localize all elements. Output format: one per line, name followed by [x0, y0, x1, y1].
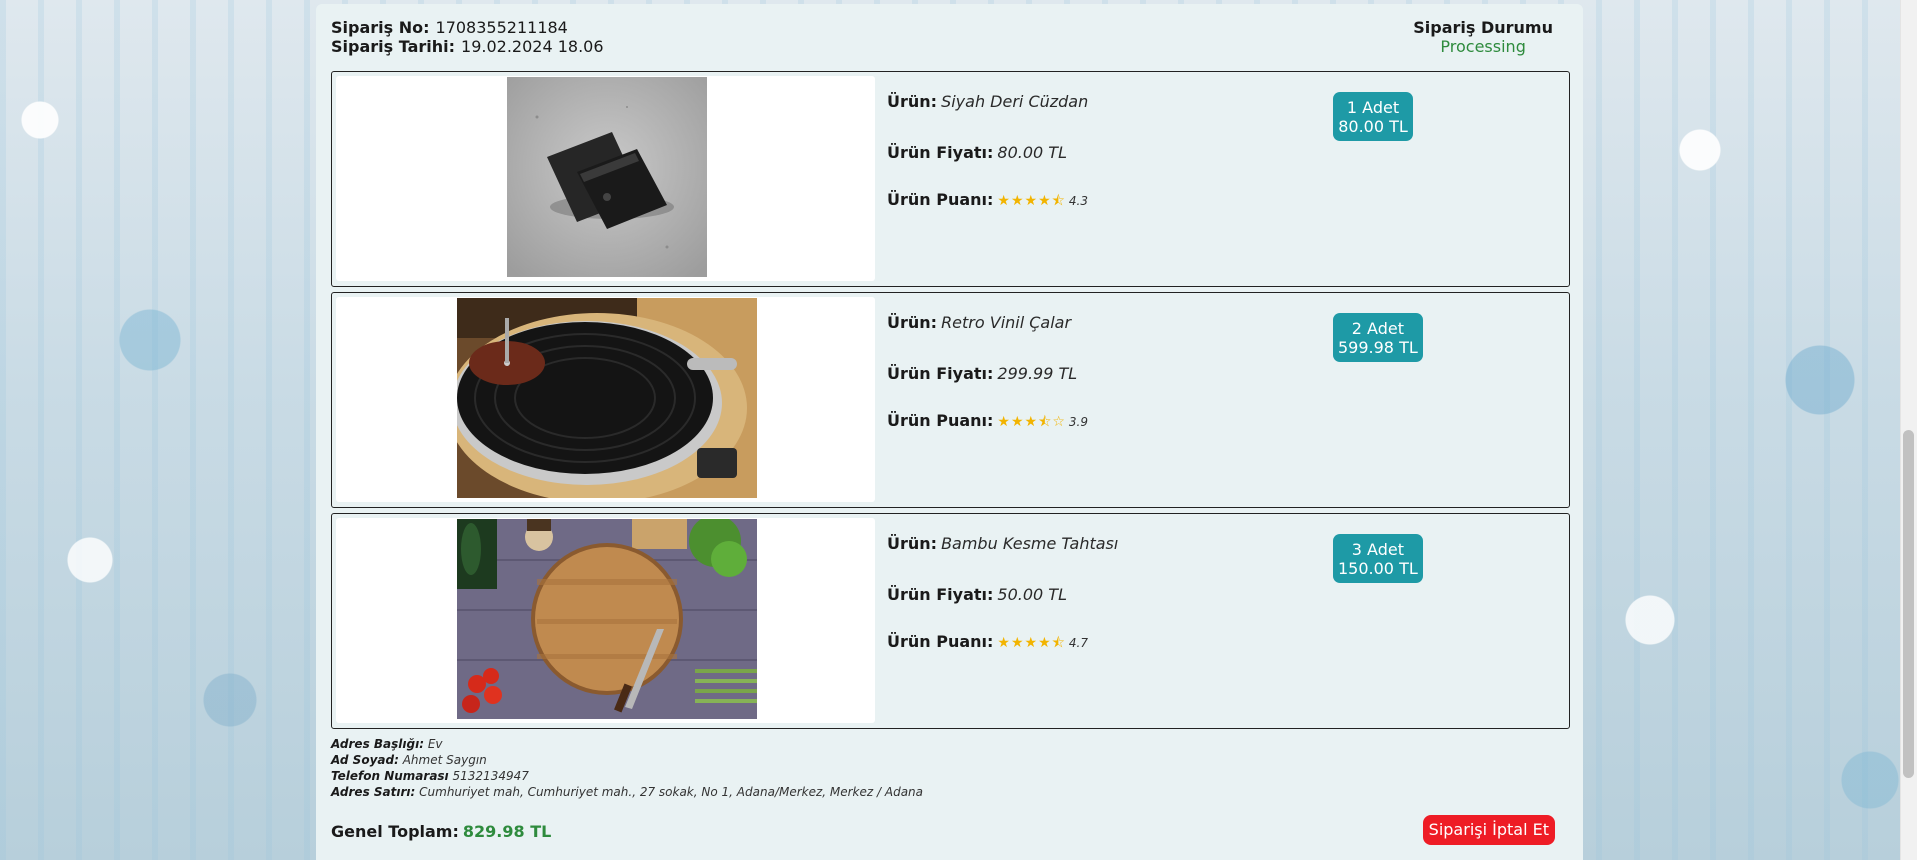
product-price: 50.00 TL	[997, 585, 1067, 604]
product-name-row: Ürün: Bambu Kesme Tahtası	[887, 534, 1118, 554]
address-line-value: Cumhuriyet mah, Cumhuriyet mah., 27 soka…	[419, 785, 923, 799]
scrollbar-thumb[interactable]	[1903, 430, 1914, 778]
address-line-label: Adres Satırı:	[331, 785, 416, 799]
product-rating-value: 3.9	[1068, 415, 1088, 429]
product-image-frame	[336, 76, 875, 281]
product-info: Ürün: Retro Vinil Çalar Ürün Fiyatı: 299.9…	[887, 313, 1088, 431]
record-player-image	[457, 298, 757, 498]
order-date-row: Sipariş Tarihi: 19.02.2024 18.06	[331, 37, 1569, 56]
order-number-label: Sipariş No:	[331, 18, 430, 37]
product-rating-label: Ürün Puanı:	[887, 190, 994, 209]
product-name: Retro Vinil Çalar	[941, 313, 1072, 332]
address-phone-label: Telefon Numarası	[331, 769, 449, 783]
product-rating-label: Ürün Puanı:	[887, 632, 994, 651]
product-price-label: Ürün Fiyatı:	[887, 585, 994, 604]
line-total: 599.98 TL	[1338, 338, 1418, 357]
address-name-row: Ad Soyad: Ahmet Saygın	[331, 752, 1569, 768]
product-rating-value: 4.3	[1068, 194, 1088, 208]
quantity-badge: 2 Adet 599.98 TL	[1333, 313, 1423, 362]
product-name-row: Ürün: Retro Vinil Çalar	[887, 313, 1088, 333]
product-rating-row: Ürün Puanı: ★★★★⯪ 4.7	[887, 632, 1118, 652]
product-info: Ürün: Siyah Deri Cüzdan Ürün Fiyatı: 80.00…	[887, 92, 1088, 210]
order-status-value: Processing	[1440, 37, 1526, 56]
address-name-label: Ad Soyad:	[331, 753, 399, 767]
order-number-row: Sipariş No: 1708355211184	[331, 18, 1569, 37]
order-number-value: 1708355211184	[435, 18, 568, 37]
product-name: Siyah Deri Cüzdan	[941, 92, 1089, 111]
quantity-count: 2 Adet	[1351, 319, 1404, 338]
quantity-badge: 1 Adet 80.00 TL	[1333, 92, 1413, 141]
quantity-count: 3 Adet	[1351, 540, 1404, 559]
order-date-label: Sipariş Tarihi:	[331, 37, 456, 56]
star-rating-icon: ★★★★⯪	[997, 635, 1066, 651]
address-title-value: Ev	[427, 737, 443, 751]
product-price-label: Ürün Fiyatı:	[887, 143, 994, 162]
product-price-label: Ürün Fiyatı:	[887, 364, 994, 383]
product-rating-row: Ürün Puanı: ★★★⯪☆ 3.9	[887, 411, 1088, 431]
order-item: Ürün: Bambu Kesme Tahtası Ürün Fiyatı: 50.…	[331, 513, 1570, 729]
order-item: Ürün: Siyah Deri Cüzdan Ürün Fiyatı: 80.00…	[331, 71, 1570, 287]
address-line-row: Adres Satırı: Cumhuriyet mah, Cumhuriyet…	[331, 784, 1569, 800]
order-item: Ürün: Retro Vinil Çalar Ürün Fiyatı: 299.9…	[331, 292, 1570, 508]
star-rating-icon: ★★★⯪☆	[997, 414, 1066, 430]
order-footer: Genel Toplam: 829.98 TL Siparişi İptal Et	[331, 815, 1569, 847]
order-panel: Sipariş No: 1708355211184 Sipariş Tarihi:…	[316, 4, 1583, 860]
product-price-row: Ürün Fiyatı: 80.00 TL	[887, 143, 1088, 163]
grand-total: Genel Toplam: 829.98 TL	[331, 822, 551, 841]
quantity-badge: 3 Adet 150.00 TL	[1333, 534, 1423, 583]
shipping-address: Adres Başlığı: Ev Ad Soyad: Ahmet Saygın…	[331, 736, 1569, 800]
product-image-frame	[336, 518, 875, 723]
product-name-label: Ürün:	[887, 534, 938, 553]
product-info: Ürün: Bambu Kesme Tahtası Ürün Fiyatı: 50.…	[887, 534, 1118, 652]
product-rating-row: Ürün Puanı: ★★★★⯪ 4.3	[887, 190, 1088, 210]
address-title-row: Adres Başlığı: Ev	[331, 736, 1569, 752]
order-date-value: 19.02.2024 18.06	[461, 37, 604, 56]
address-phone-row: Telefon Numarası 5132134947	[331, 768, 1569, 784]
product-name-label: Ürün:	[887, 92, 938, 111]
product-image-frame	[336, 297, 875, 502]
line-total: 150.00 TL	[1338, 559, 1418, 578]
quantity-count: 1 Adet	[1346, 98, 1400, 117]
address-name-value: Ahmet Saygın	[402, 753, 487, 767]
product-name-label: Ürün:	[887, 313, 938, 332]
grand-total-label: Genel Toplam:	[331, 822, 459, 841]
product-rating-label: Ürün Puanı:	[887, 411, 994, 430]
wallet-image	[507, 77, 707, 277]
vertical-scrollbar[interactable]	[1900, 0, 1917, 860]
product-price-row: Ürün Fiyatı: 50.00 TL	[887, 585, 1118, 605]
address-phone-value: 5132134947	[452, 769, 529, 783]
order-status-label: Sipariş Durumu	[1413, 18, 1553, 37]
grand-total-value: 829.98 TL	[462, 822, 552, 841]
product-price-row: Ürün Fiyatı: 299.99 TL	[887, 364, 1088, 384]
address-title-label: Adres Başlığı:	[331, 737, 424, 751]
product-price: 299.99 TL	[997, 364, 1078, 383]
product-rating-value: 4.7	[1068, 636, 1088, 650]
star-rating-icon: ★★★★⯪	[997, 193, 1066, 209]
line-total: 80.00 TL	[1338, 117, 1408, 136]
product-name-row: Ürün: Siyah Deri Cüzdan	[887, 92, 1088, 112]
order-status: Sipariş Durumu Processing	[1413, 18, 1553, 56]
order-header: Sipariş No: 1708355211184 Sipariş Tarihi:…	[331, 18, 1569, 71]
product-name: Bambu Kesme Tahtası	[941, 534, 1119, 553]
product-price: 80.00 TL	[997, 143, 1067, 162]
cancel-order-button[interactable]: Siparişi İptal Et	[1422, 815, 1555, 845]
cutting-board-image	[457, 519, 757, 719]
